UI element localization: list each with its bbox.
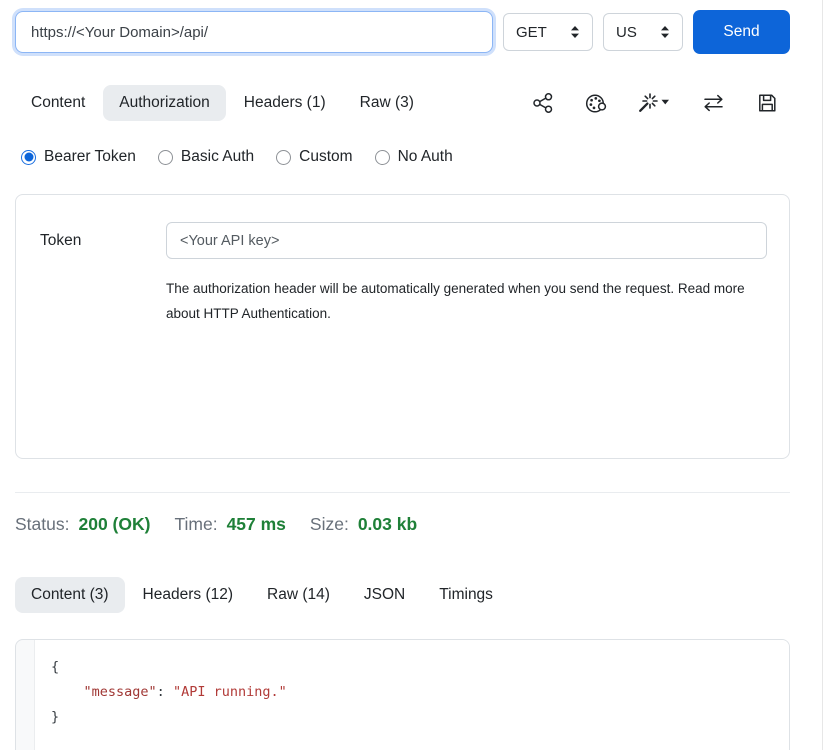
api-tester-page: GET US Send Content Authorization Header… <box>0 0 822 750</box>
code-line: { <box>51 655 773 680</box>
magic-wand-dropdown-icon[interactable] <box>637 92 671 114</box>
page-right-border <box>822 0 823 750</box>
response-status-row: Status: 200 (OK) Time: 457 ms Size: 0.03… <box>15 514 790 535</box>
tab-content[interactable]: Content <box>15 85 101 121</box>
response-tab-headers[interactable]: Headers (12) <box>127 577 249 613</box>
share-icon[interactable] <box>532 92 554 114</box>
response-tab-content[interactable]: Content (3) <box>15 577 125 613</box>
json-string-value: "API running." <box>173 684 287 700</box>
tab-headers[interactable]: Headers (1) <box>228 85 342 121</box>
request-toolbar <box>532 92 790 115</box>
auth-option-label: Custom <box>299 148 352 166</box>
auth-option-custom[interactable]: Custom <box>276 148 352 166</box>
status-label: Status: <box>15 514 69 535</box>
radio-custom[interactable] <box>276 150 291 165</box>
auth-option-bearer-token[interactable]: Bearer Token <box>21 148 136 166</box>
updown-spinner-icon <box>570 25 580 39</box>
auth-option-no-auth[interactable]: No Auth <box>375 148 453 166</box>
send-button[interactable]: Send <box>693 10 790 54</box>
swap-arrows-icon[interactable] <box>701 92 726 114</box>
request-bar: GET US Send <box>15 9 790 55</box>
size-label: Size: <box>310 514 349 535</box>
auth-option-basic-auth[interactable]: Basic Auth <box>158 148 254 166</box>
updown-spinner-icon <box>660 25 670 39</box>
code-line: "message": "API running." <box>51 680 773 705</box>
response-tab-timings[interactable]: Timings <box>423 577 509 613</box>
time-label: Time: <box>174 514 217 535</box>
radio-basic-auth[interactable] <box>158 150 173 165</box>
tab-raw[interactable]: Raw (3) <box>344 85 430 121</box>
response-tabs-row: Content (3) Headers (12) Raw (14) JSON T… <box>15 577 790 613</box>
tab-authorization[interactable]: Authorization <box>103 85 225 121</box>
url-input[interactable] <box>15 11 493 53</box>
auth-option-label: No Auth <box>398 148 453 166</box>
region-select-value: US <box>616 24 637 41</box>
request-tabs-row: Content Authorization Headers (1) Raw (3… <box>15 85 790 121</box>
method-select[interactable]: GET <box>503 13 593 51</box>
time-value: 457 ms <box>227 514 286 535</box>
response-tab-json[interactable]: JSON <box>348 577 421 613</box>
token-input[interactable] <box>166 222 767 259</box>
code-line: } <box>51 705 773 730</box>
response-body-block: { "message": "API running."} <box>15 639 790 750</box>
response-body-inner: { "message": "API running."} <box>34 640 789 750</box>
auth-option-label: Basic Auth <box>181 148 254 166</box>
response-tab-raw[interactable]: Raw (14) <box>251 577 346 613</box>
region-select[interactable]: US <box>603 13 683 51</box>
section-divider <box>15 492 790 493</box>
token-row: Token <box>40 222 767 259</box>
token-label: Token <box>40 232 166 250</box>
json-key: "message" <box>84 684 157 700</box>
auth-help-text: The authorization header will be automat… <box>166 276 751 326</box>
method-select-value: GET <box>516 24 547 41</box>
theme-palette-icon[interactable] <box>584 92 607 115</box>
status-value: 200 (OK) <box>78 514 150 535</box>
save-icon[interactable] <box>756 92 778 114</box>
radio-bearer-token[interactable] <box>21 150 36 165</box>
auth-type-options: Bearer Token Basic Auth Custom No Auth <box>15 148 790 166</box>
size-value: 0.03 kb <box>358 514 417 535</box>
auth-option-label: Bearer Token <box>44 148 136 166</box>
radio-no-auth[interactable] <box>375 150 390 165</box>
bearer-token-panel: Token The authorization header will be a… <box>15 194 790 459</box>
response-json-code: { "message": "API running."} <box>51 655 773 730</box>
